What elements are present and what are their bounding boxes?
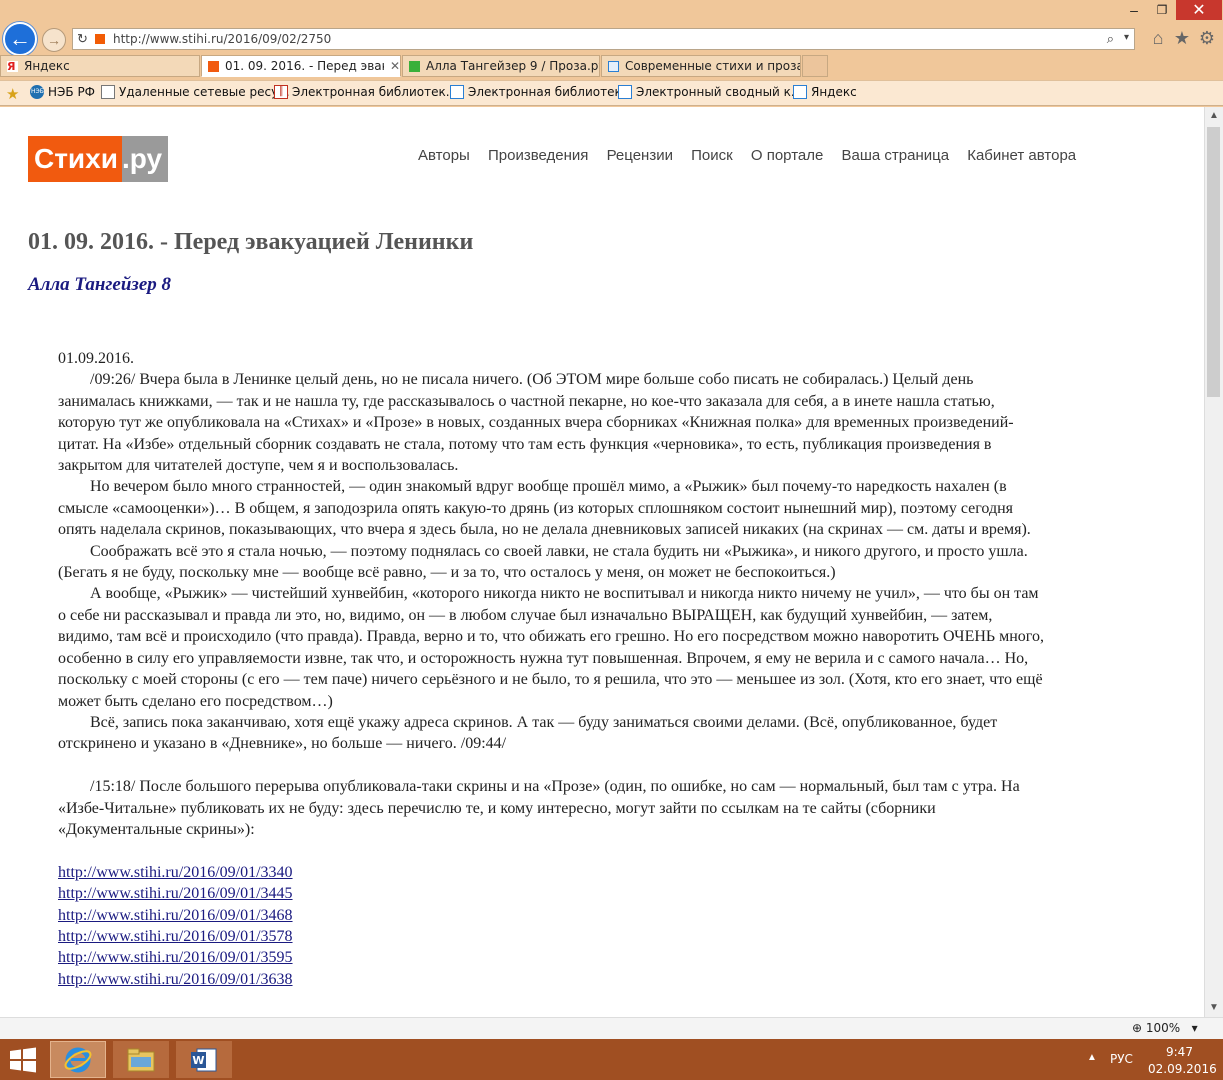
- new-tab-button[interactable]: [802, 55, 828, 77]
- tab-stihi[interactable]: 01. 09. 2016. - Перед эвакуа... ✕: [201, 55, 401, 77]
- maximize-button[interactable]: ❐: [1148, 0, 1176, 20]
- screenshot-link[interactable]: http://www.stihi.ru/2016/09/01/3445: [58, 883, 1048, 904]
- author-link[interactable]: Алла Тангейзер 8: [28, 274, 171, 296]
- back-button[interactable]: ←: [3, 22, 37, 56]
- article-paragraph: Но вечером было много странностей, — оди…: [58, 478, 1031, 539]
- taskbar-word[interactable]: W: [176, 1041, 232, 1078]
- stihi-icon: [208, 60, 219, 72]
- page-title: 01. 09. 2016. - Перед эвакуацией Ленинки: [28, 229, 474, 255]
- search-icon[interactable]: ⌕: [1107, 31, 1114, 47]
- file-explorer-icon: [127, 1048, 155, 1071]
- ie-page-icon: [450, 85, 464, 99]
- zoom-icon: ⊕: [1132, 1021, 1143, 1035]
- screenshot-link[interactable]: http://www.stihi.ru/2016/09/01/3578: [58, 926, 1048, 947]
- word-icon: W: [191, 1048, 217, 1071]
- site-navigation: Авторы Произведения Рецензии Поиск О пор…: [418, 147, 1090, 164]
- screenshot-link[interactable]: http://www.stihi.ru/2016/09/01/3638: [58, 969, 1048, 990]
- ie-page-icon: [608, 60, 619, 72]
- svg-text:W: W: [192, 1054, 204, 1067]
- logo-part-2: .ру: [121, 136, 169, 182]
- close-window-button[interactable]: ✕: [1176, 0, 1222, 20]
- home-icon[interactable]: ⌂: [1147, 28, 1169, 49]
- nav-author-cabinet[interactable]: Кабинет автора: [967, 147, 1076, 164]
- scroll-up-icon[interactable]: ▲: [1205, 107, 1223, 125]
- screenshot-link[interactable]: http://www.stihi.ru/2016/09/01/3468: [58, 905, 1048, 926]
- minimize-button[interactable]: –: [1120, 0, 1148, 20]
- fav-neb[interactable]: НЭБ НЭБ РФ: [30, 85, 95, 99]
- scroll-thumb[interactable]: [1207, 127, 1220, 397]
- article-paragraph: /09:26/ Вчера была в Ленинке целый день,…: [58, 371, 1014, 475]
- gear-icon[interactable]: ⚙: [1196, 28, 1218, 49]
- screenshot-link[interactable]: http://www.stihi.ru/2016/09/01/3595: [58, 947, 1048, 968]
- refresh-icon[interactable]: ↻: [77, 31, 88, 47]
- ie-page-icon: [618, 85, 632, 99]
- language-indicator[interactable]: РУС: [1110, 1052, 1133, 1066]
- zoom-control[interactable]: ⊕ 100% ▾: [1132, 1021, 1198, 1035]
- clock-date[interactable]: 02.09.2016: [1148, 1062, 1217, 1076]
- article-body: 01.09.2016. /09:26/ Вчера была в Ленинке…: [58, 348, 1048, 990]
- arrow-left-icon: ←: [9, 26, 31, 51]
- article-date: 01.09.2016.: [58, 350, 134, 367]
- neb-icon: НЭБ: [30, 85, 44, 99]
- article-paragraph: Соображать всё это я стала ночью, — поэт…: [58, 542, 1028, 582]
- page-content: Стихи .ру Авторы Произведения Рецензии П…: [0, 107, 1204, 1017]
- address-bar[interactable]: ↻ http://www.stihi.ru/2016/09/02/2750 ⌕ …: [72, 28, 1135, 50]
- logo-part-1: Стихи: [28, 136, 122, 182]
- windows-start-icon[interactable]: [8, 1046, 38, 1074]
- proza-icon: [409, 60, 420, 72]
- taskbar-ie[interactable]: [50, 1041, 106, 1078]
- nav-search[interactable]: Поиск: [691, 147, 733, 164]
- yandex-icon: Я: [7, 60, 18, 72]
- article-paragraph: Всё, запись пока заканчиваю, хотя ещё ук…: [58, 713, 998, 753]
- title-bar: – ❐ ✕: [0, 0, 1223, 26]
- article-paragraph: /15:18/ После большого перерыва опублико…: [58, 778, 1020, 838]
- fav-remote-resources[interactable]: Удаленные сетевые ресу...: [101, 85, 290, 99]
- star-icon[interactable]: ★: [1171, 28, 1193, 49]
- vertical-scrollbar[interactable]: ▲ ▼: [1204, 107, 1223, 1017]
- close-icon[interactable]: ✕: [390, 59, 400, 73]
- browser-chrome: – ❐ ✕ ← → ↻ http://www.stihi.ru/2016/09/…: [0, 0, 1223, 107]
- favorites-star-icon[interactable]: ★: [6, 85, 19, 103]
- nav-works[interactable]: Произведения: [488, 147, 588, 164]
- fav-e-catalog[interactable]: Электронный сводный к...: [618, 85, 802, 99]
- arrow-right-icon: →: [47, 32, 61, 48]
- nav-your-page[interactable]: Ваша страница: [842, 147, 950, 164]
- tab-sovremennye[interactable]: Современные стихи и проза ...: [601, 55, 801, 77]
- screenshot-link[interactable]: http://www.stihi.ru/2016/09/01/3340: [58, 862, 1048, 883]
- tab-strip: Я Яндекс 01. 09. 2016. - Перед эвакуа...…: [0, 55, 1223, 77]
- chevron-down-icon: ▾: [1184, 1021, 1198, 1035]
- library-icon: ║: [274, 85, 288, 99]
- forward-button[interactable]: →: [42, 28, 66, 52]
- favorites-bar: ★ НЭБ НЭБ РФ Удаленные сетевые ресу... ║…: [0, 80, 1223, 106]
- nav-authors[interactable]: Авторы: [418, 147, 470, 164]
- scroll-down-icon[interactable]: ▼: [1205, 999, 1223, 1017]
- chevron-down-icon[interactable]: ▾: [1124, 32, 1129, 43]
- tab-yandex[interactable]: Я Яндекс: [0, 55, 200, 77]
- ie-page-icon: [793, 85, 807, 99]
- nav-reviews[interactable]: Рецензии: [607, 147, 673, 164]
- fav-e-library-2[interactable]: Электронная библиотека: [450, 85, 629, 99]
- site-logo[interactable]: Стихи .ру: [28, 136, 169, 182]
- nav-about[interactable]: О портале: [751, 147, 823, 164]
- taskbar: W ▲ РУС 9:47 02.09.2016: [0, 1039, 1223, 1080]
- status-bar: ⊕ 100% ▾: [0, 1017, 1223, 1039]
- url-text[interactable]: http://www.stihi.ru/2016/09/02/2750: [113, 32, 331, 46]
- fav-e-library-1[interactable]: ║ Электронная библиотек...: [274, 85, 457, 99]
- tray-expand-icon[interactable]: ▲: [1087, 1052, 1097, 1063]
- site-favicon-icon: [95, 34, 105, 44]
- tab-proza[interactable]: Алла Тангейзер 9 / Проза.ру: [402, 55, 600, 77]
- zoom-level: 100%: [1145, 1021, 1181, 1035]
- taskbar-file-explorer[interactable]: [113, 1041, 169, 1078]
- ie-icon: [64, 1047, 92, 1072]
- doc-icon: [101, 85, 115, 99]
- fav-yandex[interactable]: Яндекс: [793, 85, 857, 99]
- clock-time[interactable]: 9:47: [1166, 1045, 1193, 1059]
- article-paragraph: А вообще, «Рыжик» — чистейший хунвейбин,…: [58, 585, 1044, 710]
